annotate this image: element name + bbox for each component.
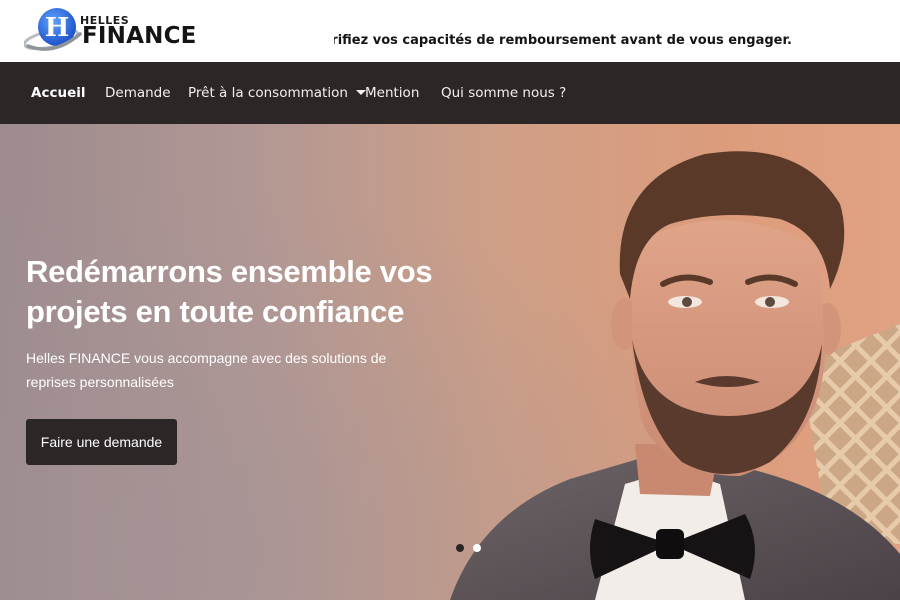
site-logo[interactable]: H HELLES FINANCE [24, 6, 196, 56]
helles-logo-icon: H [24, 8, 82, 51]
nav-item-pret-consommation[interactable]: Prêt à la consommation [188, 62, 366, 124]
ticker-text: mboursé. Vérifiez vos capacités de rembo… [334, 33, 792, 48]
announcement-ticker: mboursé. Vérifiez vos capacités de rembo… [334, 32, 900, 50]
nav-item-qui-somme-nous[interactable]: Qui somme nous ? [441, 62, 566, 124]
carousel-dot-1[interactable] [456, 544, 464, 552]
hero-carousel: Redémarrons ensemble vos projets en tout… [0, 124, 900, 600]
site-header: H HELLES FINANCE mboursé. Vérifiez vos c… [0, 0, 900, 62]
hero-portrait-image [450, 151, 900, 600]
logo-letter: H [45, 13, 70, 43]
nav-item-demande[interactable]: Demande [105, 62, 171, 124]
nav-item-pret-label: Prêt à la consommation [188, 85, 348, 101]
carousel-dot-2[interactable] [473, 544, 481, 552]
nav-item-mention[interactable]: Mention [365, 62, 419, 124]
logo-name: FINANCE [82, 23, 197, 49]
main-navbar: Accueil Demande Prêt à la consommation M… [0, 62, 900, 124]
hero-subtitle: Helles FINANCE vous accompagne avec des … [26, 350, 387, 390]
nav-item-accueil[interactable]: Accueil [31, 62, 85, 124]
hero-title: Redémarrons ensemble vos projets en tout… [26, 254, 433, 329]
faire-une-demande-button[interactable]: Faire une demande [26, 419, 177, 465]
